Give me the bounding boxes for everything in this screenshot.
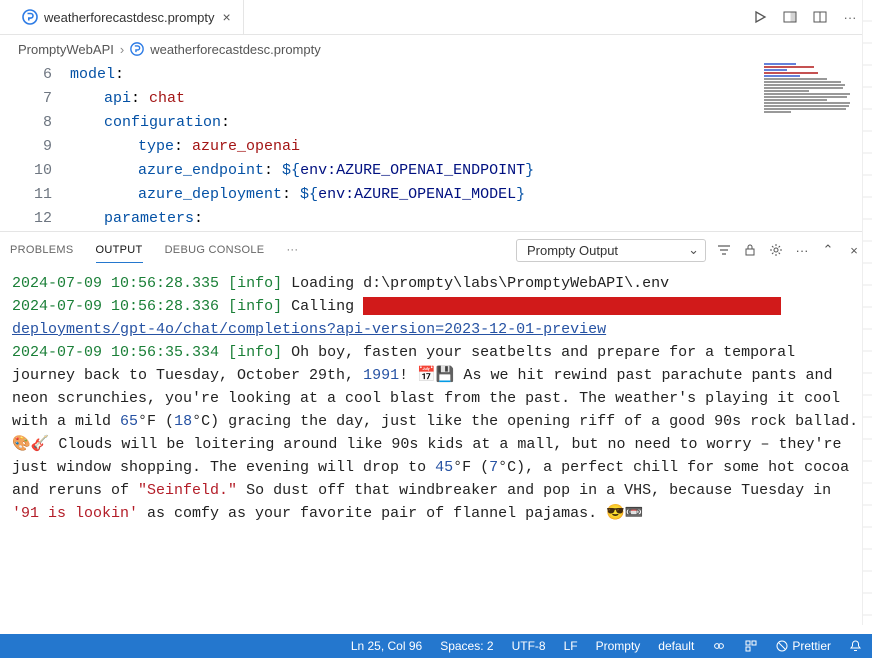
- log-level: [info]: [228, 344, 282, 361]
- close-icon[interactable]: ×: [846, 242, 862, 258]
- output-channel-label: Prompty Output: [527, 243, 618, 258]
- bell-icon[interactable]: [849, 640, 862, 653]
- log-number: 1991: [363, 367, 399, 384]
- lock-icon[interactable]: [742, 242, 758, 258]
- log-timestamp: 2024-07-09 10:56:28.335: [12, 275, 219, 292]
- log-url[interactable]: deployments/gpt-4o/chat/completions?api-…: [12, 321, 606, 338]
- output-channel-select[interactable]: Prompty Output ⌄: [516, 239, 706, 262]
- log-timestamp: 2024-07-09 10:56:35.334: [12, 344, 219, 361]
- run-icon[interactable]: [752, 9, 768, 25]
- breadcrumb-file[interactable]: weatherforecastdesc.prompty: [150, 42, 321, 57]
- more-icon[interactable]: ···: [794, 242, 810, 258]
- close-icon[interactable]: ×: [221, 9, 233, 25]
- editor-tab[interactable]: weatherforecastdesc.prompty ×: [12, 0, 244, 34]
- editor-tabbar: weatherforecastdesc.prompty × ···: [0, 0, 872, 35]
- prettier-label: Prettier: [792, 639, 831, 653]
- chevron-down-icon: ⌄: [688, 242, 699, 258]
- log-number: 65: [120, 413, 138, 430]
- layout-icon[interactable]: [812, 9, 828, 25]
- log-quote: "Seinfeld.": [138, 482, 237, 499]
- editor[interactable]: 6789101112 model:api: chatconfiguration:…: [0, 63, 872, 231]
- more-icon[interactable]: ···: [286, 238, 298, 262]
- output-log[interactable]: 2024-07-09 10:56:28.335 [info] Loading d…: [0, 268, 872, 634]
- status-language[interactable]: Prompty: [596, 639, 641, 653]
- log-text: °F (: [138, 413, 174, 430]
- redacted-bar: [363, 297, 781, 315]
- filter-icon[interactable]: [716, 242, 732, 258]
- status-profile[interactable]: default: [658, 639, 694, 653]
- gear-icon[interactable]: [768, 242, 784, 258]
- log-text: as comfy as your favorite pair of flanne…: [138, 505, 643, 522]
- status-bar: Ln 25, Col 96 Spaces: 2 UTF-8 LF Prompty…: [0, 634, 872, 658]
- log-timestamp: 2024-07-09 10:56:28.336: [12, 298, 219, 315]
- tab-debug-console[interactable]: DEBUG CONSOLE: [165, 238, 265, 262]
- tab-label: weatherforecastdesc.prompty: [44, 10, 215, 25]
- status-eol[interactable]: LF: [564, 639, 578, 653]
- log-text: So dust off that windbreaker and pop in …: [237, 482, 831, 499]
- right-sliver: [862, 0, 872, 625]
- status-cursor[interactable]: Ln 25, Col 96: [351, 639, 422, 653]
- log-level: [info]: [228, 298, 282, 315]
- code-area[interactable]: model:api: chatconfiguration:type: azure…: [70, 63, 872, 231]
- log-text: °F (: [453, 459, 489, 476]
- log-number: 18: [174, 413, 192, 430]
- status-spaces[interactable]: Spaces: 2: [440, 639, 493, 653]
- line-gutter: 6789101112: [0, 63, 70, 231]
- tab-output[interactable]: OUTPUT: [96, 238, 143, 263]
- extensions-icon[interactable]: [744, 639, 758, 653]
- prompty-file-icon: [130, 42, 144, 56]
- chevron-up-icon[interactable]: ⌃: [820, 242, 836, 258]
- chevron-right-icon: ›: [120, 42, 124, 57]
- copilot-icon[interactable]: [712, 639, 726, 653]
- bottom-panel: PROBLEMS OUTPUT DEBUG CONSOLE ··· Prompt…: [0, 231, 872, 634]
- log-msg: Calling: [291, 298, 363, 315]
- log-level: [info]: [228, 275, 282, 292]
- log-number: 7: [489, 459, 498, 476]
- log-number: 45: [435, 459, 453, 476]
- prompty-file-icon: [22, 9, 38, 25]
- log-quote: '91 is lookin': [12, 505, 138, 522]
- status-encoding[interactable]: UTF-8: [512, 639, 546, 653]
- more-icon[interactable]: ···: [842, 9, 858, 25]
- breadcrumb-root[interactable]: PromptyWebAPI: [18, 42, 114, 57]
- minimap[interactable]: [764, 63, 854, 223]
- prettier-status[interactable]: Prettier: [776, 639, 831, 653]
- log-msg: Loading d:\prompty\labs\PromptyWebAPI\.e…: [291, 275, 669, 292]
- split-right-icon[interactable]: [782, 9, 798, 25]
- breadcrumb: PromptyWebAPI › weatherforecastdesc.prom…: [0, 35, 872, 63]
- tab-problems[interactable]: PROBLEMS: [10, 238, 74, 262]
